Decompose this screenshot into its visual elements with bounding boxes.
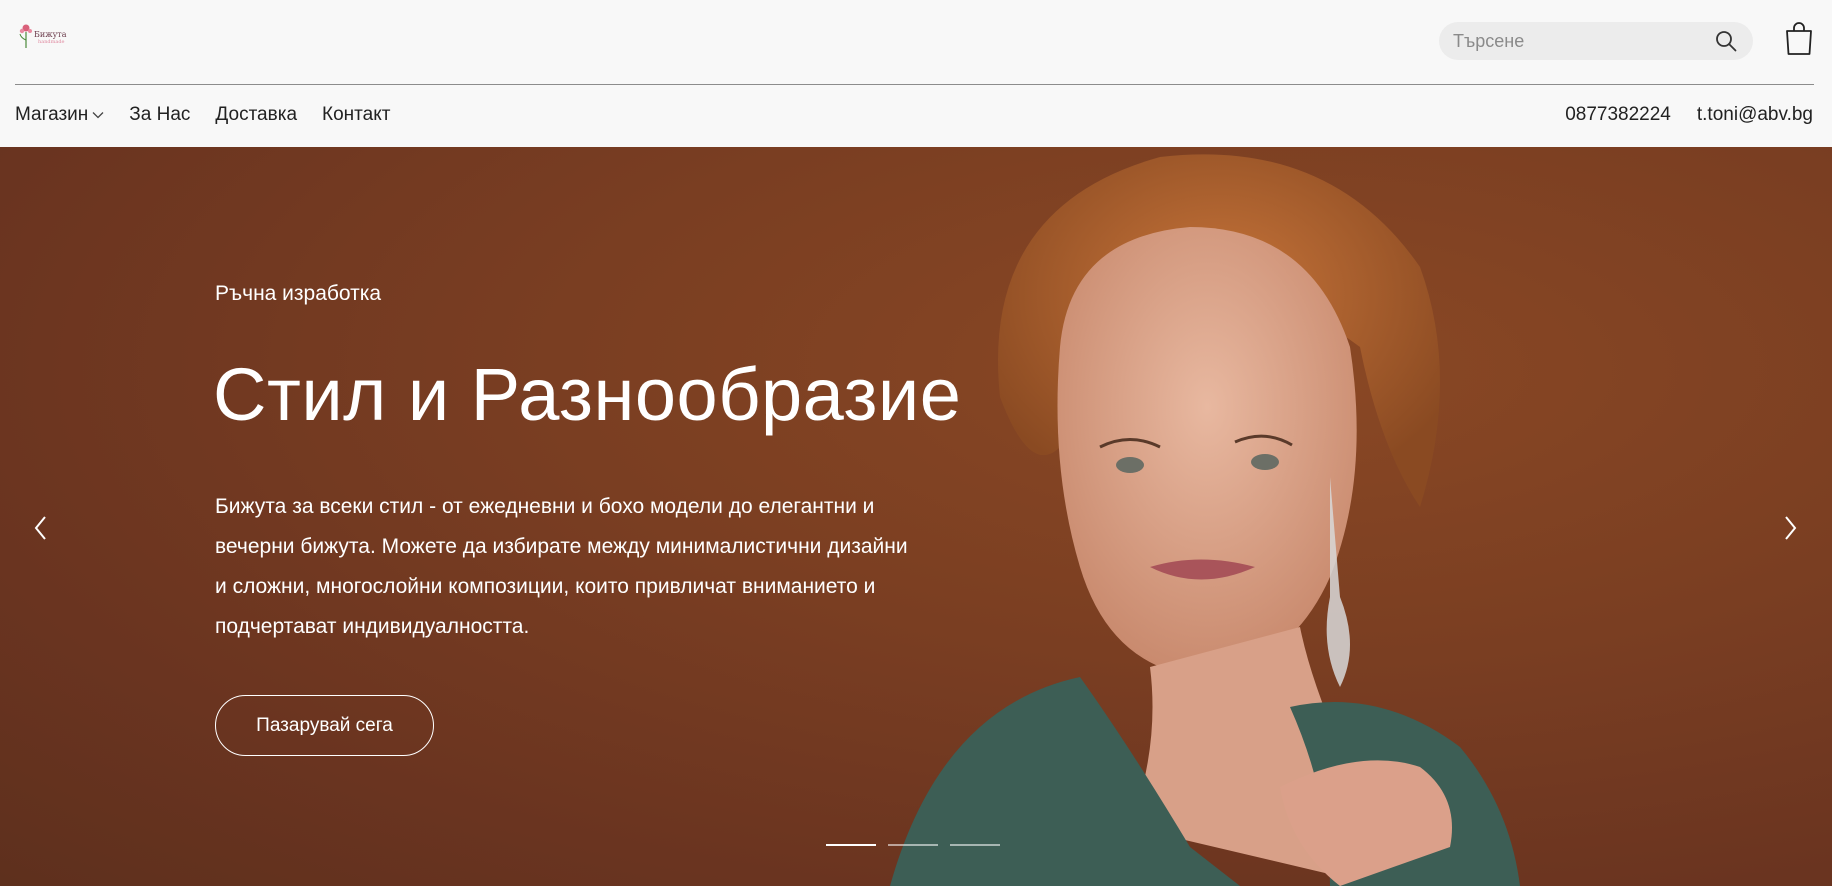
- logo-text: Бижута: [34, 30, 67, 39]
- nav-item-label: За Нас: [129, 104, 191, 125]
- nav-item-about[interactable]: За Нас: [129, 104, 190, 126]
- nav-item-delivery[interactable]: Доставка: [215, 104, 297, 126]
- hero-kicker: Ръчна изработка: [215, 282, 382, 305]
- nav-item-contact[interactable]: Контакт: [322, 104, 390, 126]
- hero-description: Бижута за всеки стил - от ежедневни и бо…: [215, 495, 908, 638]
- search-box: [1439, 22, 1753, 60]
- brand-logo[interactable]: Бижута handmade: [18, 22, 70, 52]
- nav-item-label: Магазин: [15, 104, 89, 125]
- hero-title: Стил и Разнообразие: [213, 353, 962, 436]
- hero-model-image: [890, 154, 1520, 886]
- chevron-right-icon[interactable]: [1779, 513, 1801, 543]
- site-header: Бижута handmade Магазин За Нас Доставка …: [0, 0, 1832, 146]
- chevron-left-icon[interactable]: [30, 513, 52, 543]
- shopping-bag-icon[interactable]: [1784, 22, 1814, 56]
- slide-indicator-3[interactable]: [950, 844, 1000, 846]
- main-nav: Магазин За Нас Доставка Контакт: [15, 100, 415, 130]
- slide-indicator-1[interactable]: [826, 844, 876, 846]
- phone-link[interactable]: 0877382224: [1565, 104, 1671, 126]
- slider-pagination: [826, 844, 1000, 850]
- search-icon[interactable]: [1715, 30, 1737, 52]
- nav-item-label: Доставка: [215, 104, 298, 125]
- search-input[interactable]: [1453, 22, 1693, 60]
- nav-item-label: Контакт: [322, 104, 391, 125]
- chevron-down-icon: [92, 112, 104, 119]
- header-divider: [15, 84, 1814, 85]
- slide-indicator-2[interactable]: [888, 844, 938, 846]
- flower-logo-icon: [19, 24, 32, 48]
- email-link[interactable]: t.toni@abv.bg: [1697, 104, 1813, 126]
- shop-now-button[interactable]: Пазарувай сега: [215, 695, 434, 756]
- contact-info: 0877382224 t.toni@abv.bg: [1539, 100, 1813, 130]
- nav-item-shop[interactable]: Магазин: [15, 104, 104, 126]
- hero-slider: Ръчна изработка Стил и Разнообразие Бижу…: [0, 147, 1832, 886]
- logo-subtext: handmade: [38, 39, 65, 45]
